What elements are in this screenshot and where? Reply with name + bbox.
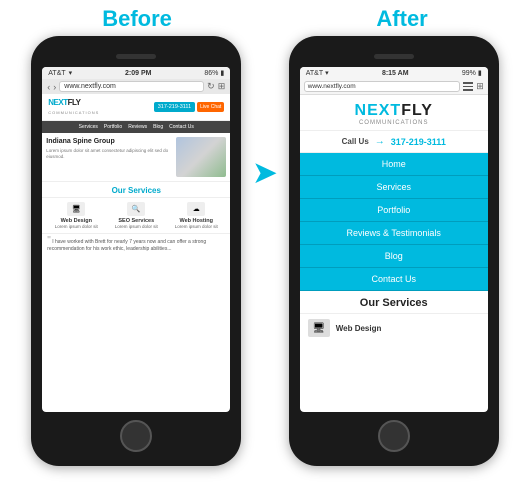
before-seo-icon: 🔍 — [127, 202, 145, 216]
after-nav-services[interactable]: Services — [300, 176, 488, 199]
transition-arrow: ➤ — [253, 156, 276, 189]
before-nav-reviews[interactable]: Reviews — [126, 123, 149, 131]
after-call-label: Call Us — [342, 137, 369, 146]
before-hero-desc: Lorem ipsum dolor sit amet consectetur a… — [46, 148, 172, 160]
before-wifi-icon: ▾ — [69, 69, 73, 77]
after-nav-blog[interactable]: Blog — [300, 245, 488, 268]
before-logo: NEXTFLY COMMUNICATIONS — [48, 98, 99, 116]
after-webdesign-icon: 🖥 — [308, 319, 330, 337]
after-screen: AT&T ▾ 8:15 AM 99% ▮ www.nextfly.com ⊞ — [300, 67, 488, 412]
after-url-bar: www.nextfly.com ⊞ — [300, 79, 488, 95]
before-label: Before — [102, 6, 172, 32]
before-nav-services[interactable]: Services — [77, 123, 100, 131]
after-call-number[interactable]: 317-219-3111 — [391, 137, 446, 147]
before-hero-image — [176, 137, 226, 177]
before-quote-icon: " — [47, 235, 51, 246]
before-webdesign-desc: Lorem ipsum dolor sit — [55, 224, 98, 229]
before-hero-title: Indiana Spine Group — [46, 137, 172, 146]
after-call-arrow-icon: → — [375, 136, 385, 147]
before-logo-bar: NEXTFLY COMMUNICATIONS 317-219-3111 Live… — [42, 94, 230, 121]
after-tabs-icon[interactable]: ⊞ — [476, 81, 484, 92]
after-battery: 99% — [462, 70, 476, 77]
before-hosting-icon: ☁ — [187, 202, 205, 216]
before-services-grid: 🖥 Web Design Lorem ipsum dolor sit 🔍 SEO… — [42, 198, 230, 233]
after-call-bar: Call Us → 317-219-3111 — [300, 131, 488, 153]
phone-speaker-after — [374, 54, 414, 59]
before-nav-contact[interactable]: Contact Us — [167, 123, 196, 131]
before-url-input[interactable]: www.nextfly.com — [59, 81, 204, 92]
after-phone: AT&T ▾ 8:15 AM 99% ▮ www.nextfly.com ⊞ — [289, 36, 499, 466]
before-battery-icon: ▮ — [220, 69, 224, 77]
before-webdesign-icon: 🖥 — [67, 202, 85, 216]
before-nav-blog[interactable]: Blog — [151, 123, 165, 131]
phones-row: AT&T ▾ 2:09 PM 86% ▮ ‹ › www.nextfly.com… — [0, 36, 530, 466]
before-forward-icon[interactable]: › — [53, 82, 56, 92]
after-battery-icon: ▮ — [478, 69, 482, 77]
before-call-number[interactable]: 317-219-3111 — [154, 102, 195, 112]
after-carrier: AT&T — [306, 70, 323, 77]
after-logo: NEXTFLY — [304, 103, 484, 119]
phone-speaker-before — [116, 54, 156, 59]
after-label: After — [376, 6, 427, 32]
after-services-title: Our Services — [300, 291, 488, 313]
before-nav-portfolio[interactable]: Portfolio — [102, 123, 124, 131]
before-refresh-icon[interactable]: ↻ — [207, 81, 215, 92]
after-logo-section: NEXTFLY COMMUNICATIONS — [300, 95, 488, 131]
after-menu-icon[interactable] — [463, 82, 473, 91]
after-web-design-item: 🖥 Web Design — [300, 313, 488, 342]
after-wifi-icon: ▾ — [325, 69, 329, 77]
before-testimonial-text: I have worked with Brett for nearly 7 ye… — [47, 239, 206, 252]
before-back-icon[interactable]: ‹ — [47, 82, 50, 92]
before-tabs-icon[interactable]: ⊞ — [218, 81, 226, 92]
before-hero: Indiana Spine Group Lorem ipsum dolor si… — [42, 133, 230, 182]
before-service-webdesign: 🖥 Web Design Lorem ipsum dolor sit — [49, 202, 103, 229]
after-logo-sub: COMMUNICATIONS — [304, 120, 484, 126]
before-service-hosting: ☁ Web Hosting Lorem ipsum dolor sit — [169, 202, 223, 229]
before-time: 2:09 PM — [125, 70, 151, 77]
after-url-input[interactable]: www.nextfly.com — [304, 81, 460, 92]
before-hosting-desc: Lorem ipsum dolor sit — [175, 224, 218, 229]
before-service-seo: 🔍 SEO Services Lorem ipsum dolor sit — [109, 202, 163, 229]
before-screen: AT&T ▾ 2:09 PM 86% ▮ ‹ › www.nextfly.com… — [42, 67, 230, 412]
before-status-bar: AT&T ▾ 2:09 PM 86% ▮ — [42, 67, 230, 79]
after-nav-contact[interactable]: Contact Us — [300, 268, 488, 291]
after-time: 8:15 AM — [382, 70, 409, 77]
header-row: Before After — [0, 0, 530, 36]
after-webdesign-label: Web Design — [336, 324, 382, 333]
after-nav-reviews[interactable]: Reviews & Testimonials — [300, 222, 488, 245]
before-live-chat[interactable]: Live Chat — [197, 102, 224, 112]
arrow-container: ➤ — [253, 156, 276, 189]
before-home-button[interactable] — [120, 420, 152, 452]
after-status-bar: AT&T ▾ 8:15 AM 99% ▮ — [300, 67, 488, 79]
before-battery: 86% — [204, 70, 218, 77]
after-home-button[interactable] — [378, 420, 410, 452]
before-url-bar: ‹ › www.nextfly.com ↻ ⊞ — [42, 79, 230, 94]
after-nav-home[interactable]: Home — [300, 153, 488, 176]
after-nav-portfolio[interactable]: Portfolio — [300, 199, 488, 222]
before-seo-desc: Lorem ipsum dolor sit — [115, 224, 158, 229]
before-testimonial: " I have worked with Brett for nearly 7 … — [42, 233, 230, 255]
before-sub-nav: Services Portfolio Reviews Blog Contact … — [42, 121, 230, 133]
before-carrier: AT&T — [48, 70, 65, 77]
before-phone: AT&T ▾ 2:09 PM 86% ▮ ‹ › www.nextfly.com… — [31, 36, 241, 466]
before-services-title: Our Services — [42, 182, 230, 198]
